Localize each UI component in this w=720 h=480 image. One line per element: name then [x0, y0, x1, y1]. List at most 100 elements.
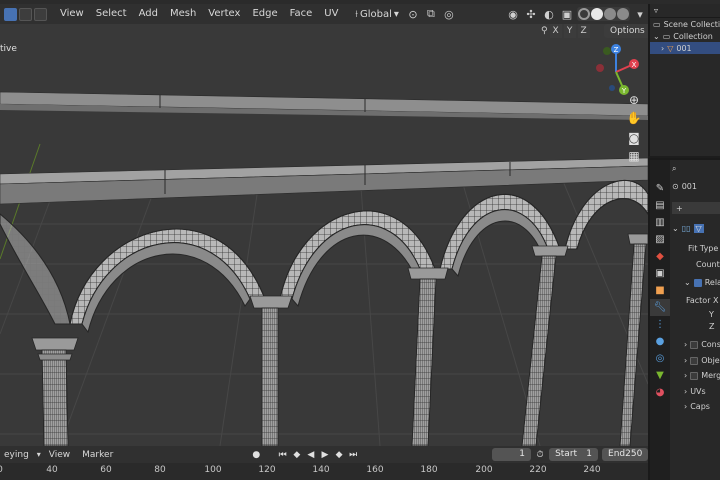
menu-uv[interactable]: UV — [319, 5, 343, 23]
overlays-icon[interactable]: ◐ — [541, 6, 557, 22]
chevron-right-icon: › — [684, 371, 688, 380]
proportional-edit-icon[interactable]: ◎ — [441, 6, 457, 22]
constraints-tab-icon[interactable]: ◎ — [650, 350, 670, 367]
chevron-right-icon: › — [684, 340, 688, 349]
visibility-selectability-icon[interactable]: ◉ — [505, 6, 521, 22]
data-tab-icon[interactable]: ▼ — [650, 367, 670, 384]
uvs-row[interactable]: › UVs — [684, 387, 706, 396]
edge-select-mode-button[interactable] — [19, 7, 32, 21]
jump-next-keyframe-icon[interactable]: ◆ — [334, 448, 344, 462]
ruler-tick: 0 — [0, 465, 3, 475]
timeline-marker-menu[interactable]: Marker — [78, 450, 117, 460]
timeline-ruler[interactable]: 0 40 60 80 100 120 140 160 180 200 220 2… — [0, 463, 648, 480]
solid-shading-icon[interactable] — [591, 8, 603, 20]
physics-tab-icon[interactable]: ● — [650, 333, 670, 350]
outliner-row-collection[interactable]: ⌄ ▭ Collection — [650, 30, 720, 42]
outliner-row-001[interactable]: › ▽ 001 — [650, 42, 720, 54]
play-icon[interactable]: ▶ — [320, 448, 330, 462]
menu-vertex[interactable]: Vertex — [203, 5, 245, 23]
current-frame-field[interactable]: 1 — [492, 448, 531, 461]
scene-tab-icon[interactable]: ◆ — [650, 248, 670, 265]
rendered-shading-icon[interactable] — [617, 8, 629, 20]
object-tab-icon[interactable]: ■ — [650, 282, 670, 299]
ruler-tick: 180 — [420, 465, 438, 475]
jump-prev-keyframe-icon[interactable]: ◆ — [292, 448, 302, 462]
mirror-z-toggle[interactable]: Z — [577, 24, 590, 38]
play-reverse-icon[interactable]: ◀ — [306, 448, 316, 462]
view-layer-tab-icon[interactable]: ▨ — [650, 231, 670, 248]
camera-view-icon[interactable]: ◙ — [626, 130, 642, 146]
start-label: Start — [555, 449, 578, 459]
outliner-header: ▿ — [650, 4, 720, 18]
menu-add[interactable]: Add — [134, 5, 163, 23]
gizmo-neg-y-axis — [603, 47, 611, 55]
relative-offset-row[interactable]: ⌄ Relati — [684, 278, 720, 287]
pivot-point-icon[interactable]: ⊙ — [405, 6, 421, 22]
ruler-tick: 200 — [475, 465, 493, 475]
viewport-header: View Select Add Mesh Vertex Edge Face UV… — [0, 4, 648, 24]
pan-hand-icon[interactable]: ✋ — [626, 110, 642, 126]
options-dropdown[interactable]: Options — [604, 24, 648, 38]
particles-tab-icon[interactable]: ⋮ — [650, 316, 670, 333]
merge-row[interactable]: › Merge — [684, 371, 720, 380]
render-tab-icon[interactable]: ▤ — [650, 197, 670, 214]
output-tab-icon[interactable]: ▥ — [650, 214, 670, 231]
mirror-y-toggle[interactable]: Y — [563, 24, 576, 38]
shading-options-chevron-icon[interactable]: ▾ — [632, 6, 648, 22]
modifier-wrench-icon[interactable]: 🔧︎ — [650, 299, 670, 316]
mirror-x-toggle[interactable]: X — [549, 24, 562, 38]
vertex-select-mode-button[interactable] — [4, 7, 17, 21]
wireframe-shading-icon[interactable] — [578, 8, 590, 20]
material-preview-icon[interactable] — [604, 8, 616, 20]
mesh-object-icon: ▽ — [667, 43, 674, 53]
outliner-panel: ▿ ▭ Scene Collecti ⌄ ▭ Collection › ▽ 00… — [648, 4, 720, 156]
tool-tab-icon[interactable]: ✎ — [650, 180, 670, 197]
factor-z-label: Z — [709, 322, 715, 331]
3d-viewport[interactable]: tive ⚲ X Y Z Options Z X Y ⊕ ✋ ◙ ▦ — [0, 24, 648, 446]
collection-box-icon: ▭ — [653, 19, 661, 29]
constant-offset-checkbox[interactable] — [690, 340, 699, 349]
array-modifier-icon: ▯▯ — [681, 224, 691, 233]
stopwatch-icon[interactable]: ⏱ — [535, 448, 545, 462]
menu-edge[interactable]: Edge — [247, 5, 282, 23]
merge-checkbox[interactable] — [690, 371, 699, 380]
caps-label: Caps — [690, 402, 710, 411]
object-offset-row[interactable]: › Object — [684, 356, 720, 365]
menu-mesh[interactable]: Mesh — [165, 5, 201, 23]
face-select-mode-button[interactable] — [34, 7, 47, 21]
keying-dropdown[interactable]: eying — [0, 450, 33, 460]
menu-select[interactable]: Select — [91, 5, 132, 23]
gizmo-toggle-icon[interactable]: ✣ — [523, 6, 539, 22]
caps-row[interactable]: › Caps — [684, 402, 710, 411]
jump-start-icon[interactable]: ⏮ — [278, 448, 288, 462]
timeline-view-menu[interactable]: View — [45, 450, 74, 460]
menu-face[interactable]: Face — [285, 5, 318, 23]
search-icon[interactable]: ⌕ — [672, 164, 676, 174]
ruler-tick: 220 — [529, 465, 547, 475]
start-frame-field[interactable]: Start 1 — [549, 448, 599, 461]
world-tab-icon[interactable]: ▣ — [650, 265, 670, 282]
ruler-tick: 40 — [46, 465, 58, 475]
snap-icon[interactable]: ⧉ — [423, 6, 439, 22]
zoom-icon[interactable]: ⊕ — [626, 92, 642, 108]
outliner-row-scene-collection[interactable]: ▭ Scene Collecti — [650, 18, 720, 30]
relative-offset-checkbox[interactable] — [693, 278, 702, 287]
menu-view[interactable]: View — [55, 5, 89, 23]
transform-orientation-dropdown[interactable]: ⟊ Global ▾ — [351, 6, 403, 22]
xray-toggle-icon[interactable]: ▣ — [559, 6, 575, 22]
filter-icon[interactable]: ▿ — [654, 6, 658, 15]
add-modifier-button[interactable]: + — [672, 202, 720, 214]
ruler-tick: 240 — [583, 465, 601, 475]
end-frame-field[interactable]: End 250 — [602, 448, 649, 461]
filter-funnel-icon: ▽ — [693, 224, 704, 233]
auto-keying-icon[interactable]: ● — [251, 448, 261, 462]
relative-offset-label: Relati — [704, 278, 720, 287]
array-modifier-header[interactable]: ⌄ ▯▯ ▽ — [672, 224, 704, 233]
constant-offset-row[interactable]: › Const — [684, 340, 720, 349]
mirror-axis-toggles: ⚲ X Y Z — [541, 24, 590, 38]
object-offset-checkbox[interactable] — [690, 356, 699, 365]
jump-end-icon[interactable]: ⏭ — [348, 448, 358, 462]
navigation-gizmo[interactable]: Z X Y — [590, 42, 642, 98]
material-tab-icon[interactable]: ◕ — [650, 384, 670, 401]
perspective-grid-icon[interactable]: ▦ — [626, 148, 642, 164]
